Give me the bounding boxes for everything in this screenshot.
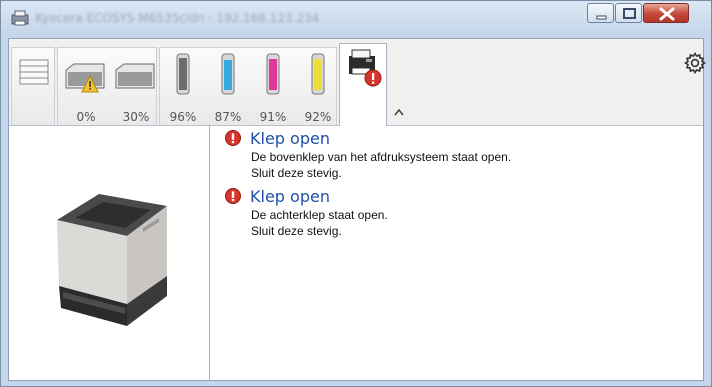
message-text-line-2: Sluit deze stevig. bbox=[251, 166, 342, 180]
output-tray-tab[interactable] bbox=[11, 47, 55, 125]
paper-cassette-1-level: 0% bbox=[76, 110, 96, 124]
status-monitor-window: Kyocera ECOSYS M6535cidn - 192.168.123.2… bbox=[0, 0, 712, 387]
device-status-tab[interactable] bbox=[339, 43, 387, 126]
status-messages: Klep open De bovenklep van het afdruksys… bbox=[225, 127, 511, 243]
title-bar[interactable]: Kyocera ECOSYS M6535cidn - 192.168.123.2… bbox=[1, 1, 711, 35]
error-icon bbox=[225, 188, 241, 204]
toner-magenta-level: 91% bbox=[259, 110, 287, 124]
toner-cyan-icon bbox=[221, 53, 235, 95]
maximize-icon bbox=[623, 8, 636, 19]
window-title: Kyocera ECOSYS M6535cidn - 192.168.123.2… bbox=[35, 11, 320, 25]
client-area: 0% 30% 96% 87% 91% 92% Klep open De bove… bbox=[8, 38, 706, 381]
toner-graphic bbox=[176, 53, 325, 95]
toner-magenta-icon bbox=[266, 53, 280, 95]
message-item: Klep open De bovenklep van het afdruksys… bbox=[225, 127, 511, 181]
paper-stack-icon bbox=[19, 59, 49, 85]
toner-cyan-level: 87% bbox=[214, 110, 242, 124]
collapse-toolbar-icon[interactable] bbox=[393, 107, 405, 117]
close-button[interactable] bbox=[643, 3, 689, 23]
supplies-toolbar: 0% 30% 96% 87% 91% 92% bbox=[9, 39, 706, 126]
message-title: Klep open bbox=[250, 186, 330, 206]
paper-cassettes-graphic bbox=[65, 63, 155, 93]
paper-cassette-2-icon bbox=[115, 63, 155, 89]
printer-illustration bbox=[57, 194, 167, 326]
toner-tab[interactable]: 96% 87% 91% 92% bbox=[159, 47, 337, 125]
error-icon bbox=[225, 130, 241, 146]
message-text-line-2: Sluit deze stevig. bbox=[251, 224, 342, 238]
minimize-icon bbox=[596, 15, 607, 20]
message-text-line-1: De bovenklep van het afdruksysteem staat… bbox=[251, 150, 512, 164]
close-icon bbox=[659, 7, 675, 21]
message-text-line-1: De achterklep staat open. bbox=[251, 208, 388, 222]
paper-tab[interactable]: 0% 30% bbox=[57, 47, 157, 125]
message-title: Klep open bbox=[250, 128, 330, 148]
toner-black-icon bbox=[176, 53, 190, 95]
toner-yellow-level: 92% bbox=[304, 110, 332, 124]
printer-error-icon bbox=[349, 49, 382, 87]
paper-cassette-2-level: 30% bbox=[122, 110, 150, 124]
printer-image-pane bbox=[9, 126, 210, 380]
message-item: Klep open De achterklep staat open. Slui… bbox=[225, 185, 511, 239]
toner-yellow-icon bbox=[311, 53, 325, 95]
maximize-button[interactable] bbox=[615, 3, 642, 23]
toner-black-level: 96% bbox=[169, 110, 197, 124]
settings-gear-icon[interactable] bbox=[683, 51, 707, 75]
paper-cassette-1-icon bbox=[65, 63, 105, 93]
minimize-button[interactable] bbox=[587, 3, 614, 23]
app-printer-icon bbox=[11, 10, 29, 26]
